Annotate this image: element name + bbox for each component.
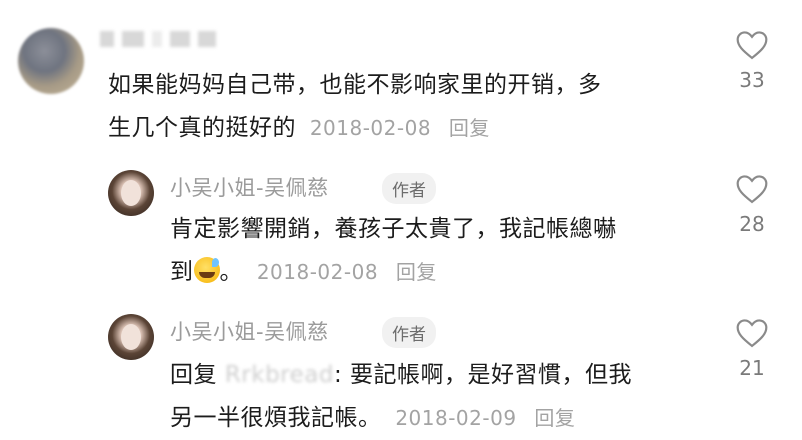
heart-icon xyxy=(736,319,768,348)
heart-icon xyxy=(736,175,768,204)
author-name[interactable]: 小吴小姐-吴佩慈 xyxy=(170,172,329,202)
reply-text-line2-suffix: 。 xyxy=(219,259,243,285)
username-redacted[interactable] xyxy=(100,26,220,52)
reply-text-line1: 肯定影響開銷，養孩子太貴了，我記帳總嚇 xyxy=(170,216,617,242)
comment-text-line1: 如果能妈妈自己带，也能不影响家里的开销，多 xyxy=(108,72,602,98)
like-count: 33 xyxy=(739,68,765,92)
comment-text-line2: 生几个真的挺好的 xyxy=(108,115,296,141)
like-button[interactable]: 28 xyxy=(722,174,782,236)
reply-text-line1: : 要記帳啊，是好習慣，但我 xyxy=(333,362,633,388)
like-count: 21 xyxy=(739,356,765,380)
user-avatar[interactable] xyxy=(18,28,84,94)
reply-text: 肯定影響開銷，養孩子太貴了，我記帳總嚇 到。 2018-02-08 回复 xyxy=(170,208,710,294)
comment-text: 如果能妈妈自己带，也能不影响家里的开销，多 生几个真的挺好的 2018-02-0… xyxy=(108,64,708,150)
reply-button[interactable]: 回复 xyxy=(449,116,490,140)
comment-item: 如果能妈妈自己带，也能不影响家里的开销，多 生几个真的挺好的 2018-02-0… xyxy=(0,0,802,150)
author-name[interactable]: 小吴小姐-吴佩慈 xyxy=(170,316,329,346)
comment-date: 2018-02-08 xyxy=(309,116,432,140)
like-button[interactable]: 21 xyxy=(722,318,782,380)
reply-text-line2: 另一半很煩我記帳。 xyxy=(170,405,382,431)
like-count: 28 xyxy=(739,212,765,236)
reply-button[interactable]: 回复 xyxy=(396,260,437,284)
reply-button[interactable]: 回复 xyxy=(534,406,575,430)
reply-date: 2018-02-09 xyxy=(395,406,517,430)
reply-text: 回复 Rrkbread: 要記帳啊，是好習慣，但我 另一半很煩我記帳。 2018… xyxy=(170,354,710,440)
like-button[interactable]: 33 xyxy=(722,30,782,92)
author-badge: 作者 xyxy=(382,173,436,204)
reply-date: 2018-02-08 xyxy=(256,260,379,284)
mentioned-username[interactable]: Rrkbread xyxy=(225,362,334,388)
sweat-smile-emoji-icon xyxy=(193,257,220,283)
reply-prefix: 回复 xyxy=(170,362,217,388)
reply-item: 小吴小姐-吴佩慈 作者 回复 Rrkbread: 要記帳啊，是好習慣，但我 另一… xyxy=(0,304,802,440)
author-badge: 作者 xyxy=(382,317,436,348)
author-avatar[interactable] xyxy=(108,170,154,216)
heart-icon xyxy=(736,31,768,60)
avatar-face xyxy=(121,324,141,350)
reply-item: 小吴小姐-吴佩慈 作者 肯定影響開銷，養孩子太貴了，我記帳總嚇 到。 2018-… xyxy=(0,160,802,300)
author-avatar[interactable] xyxy=(108,314,154,360)
reply-text-line2-prefix: 到 xyxy=(170,259,194,285)
avatar-face xyxy=(121,180,141,206)
